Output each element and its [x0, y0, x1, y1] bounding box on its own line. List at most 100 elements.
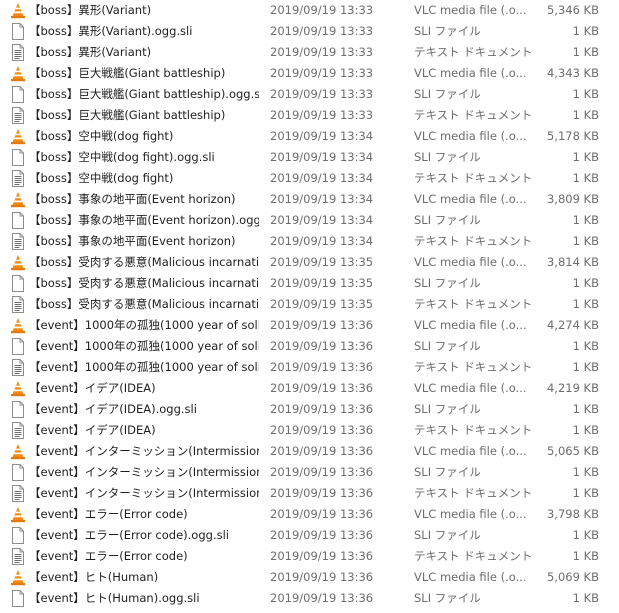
file-row[interactable]: 【event】インターミッション(Intermission) 2019/09/19…: [0, 483, 619, 504]
file-size: 1 KB: [572, 360, 599, 374]
file-row[interactable]: 【boss】事象の地平面(Event horizon).ogg.sli 2019/…: [0, 210, 619, 231]
file-date: 2019/09/19 13:36: [270, 591, 374, 605]
file-date: 2019/09/19 13:33: [270, 87, 374, 101]
file-date: 2019/09/19 13:36: [270, 360, 374, 374]
file-row[interactable]: 【event】イデア(IDEA).ogg.sli 2019/09/19 13:36…: [0, 399, 619, 420]
vlc-cone-icon: [10, 191, 26, 208]
file-date: 2019/09/19 13:33: [270, 45, 374, 59]
file-name: 【boss】空中戦(dog fight): [29, 171, 174, 185]
file-name: 【event】エラー(Error code): [29, 549, 188, 563]
file-name: 【boss】受肉する悪意(Malicious incarnatio...: [29, 276, 259, 290]
file-row[interactable]: 【event】イデア(IDEA) 2019/09/19 13:36 テキスト ドキュ…: [0, 420, 619, 441]
file-row[interactable]: 【boss】事象の地平面(Event horizon) 2019/09/19 13…: [0, 231, 619, 252]
file-type: テキスト ドキュメント: [414, 297, 533, 311]
file-date: 2019/09/19 13:35: [270, 255, 374, 269]
file-size: 1 KB: [572, 402, 599, 416]
file-size: 1 KB: [572, 213, 599, 227]
file-type: SLI ファイル: [414, 213, 481, 227]
file-type: VLC media file (.o...: [414, 255, 527, 269]
file-row[interactable]: 【boss】受肉する悪意(Malicious incarnation) 2019/…: [0, 252, 619, 273]
file-row[interactable]: 【boss】事象の地平面(Event horizon) 2019/09/19 13…: [0, 189, 619, 210]
file-size: 1 KB: [572, 339, 599, 353]
file-row[interactable]: 【event】インターミッション(Intermission) 2019/09/19…: [0, 441, 619, 462]
file-date: 2019/09/19 13:35: [270, 297, 374, 311]
file-type: VLC media file (.o...: [414, 66, 527, 80]
file-size: 1 KB: [572, 24, 599, 38]
file-name: 【event】1000年の孤独(1000 year of solitud...: [29, 339, 259, 353]
file-row[interactable]: 【boss】空中戦(dog fight) 2019/09/19 13:34 テキスト…: [0, 168, 619, 189]
file-row[interactable]: 【event】ヒト(Human).ogg.sli 2019/09/19 13:36…: [0, 588, 619, 609]
file-size: 5,069 KB: [546, 570, 599, 584]
vlc-cone-icon: [10, 2, 26, 19]
file-name: 【event】ヒト(Human): [29, 570, 159, 584]
file-type: SLI ファイル: [414, 150, 481, 164]
file-type: テキスト ドキュメント: [414, 423, 533, 437]
file-type: VLC media file (.o...: [414, 192, 527, 206]
file-type: SLI ファイル: [414, 339, 481, 353]
file-name: 【boss】事象の地平面(Event horizon).ogg.sli: [29, 213, 259, 227]
vlc-cone-icon: [10, 443, 26, 460]
file-name: 【boss】空中戦(dog fight): [29, 129, 174, 143]
file-row[interactable]: 【event】1000年の孤独(1000 year of solitud... 2…: [0, 315, 619, 336]
file-size: 1 KB: [572, 150, 599, 164]
file-icon: [10, 23, 26, 40]
file-size: 1 KB: [572, 108, 599, 122]
file-row[interactable]: 【boss】異形(Variant) 2019/09/19 13:33 テキスト ドキ…: [0, 42, 619, 63]
file-icon: [10, 527, 26, 544]
file-icon: [10, 464, 26, 481]
file-size: 4,274 KB: [546, 318, 599, 332]
file-row[interactable]: 【event】ヒト(Human) 2019/09/19 13:36 VLC medi…: [0, 567, 619, 588]
file-name: 【event】エラー(Error code): [29, 507, 188, 521]
file-list: 【boss】異形(Variant) 2019/09/19 13:33 VLC med…: [0, 0, 619, 613]
file-type: テキスト ドキュメント: [414, 360, 533, 374]
file-size: 1 KB: [572, 171, 599, 185]
file-size: 5,178 KB: [546, 129, 599, 143]
file-icon: [10, 590, 26, 607]
file-row[interactable]: 【event】エラー(Error code) 2019/09/19 13:36 VL…: [0, 504, 619, 525]
file-size: 4,343 KB: [546, 66, 599, 80]
file-row[interactable]: 【event】エラー(Error code) 2019/09/19 13:36 テキ…: [0, 546, 619, 567]
file-name: 【boss】巨大戦艦(Giant battleship): [29, 66, 226, 80]
file-name: 【boss】異形(Variant): [29, 45, 152, 59]
file-name: 【event】1000年の孤独(1000 year of solitud...: [29, 360, 259, 374]
file-icon: [10, 149, 26, 166]
file-size: 1 KB: [572, 297, 599, 311]
file-row[interactable]: 【boss】巨大戦艦(Giant battleship) 2019/09/19 1…: [0, 63, 619, 84]
file-name: 【boss】空中戦(dog fight).ogg.sli: [29, 150, 215, 164]
file-row[interactable]: 【boss】巨大戦艦(Giant battleship) 2019/09/19 1…: [0, 105, 619, 126]
file-date: 2019/09/19 13:33: [270, 24, 374, 38]
file-date: 2019/09/19 13:34: [270, 192, 374, 206]
file-size: 1 KB: [572, 45, 599, 59]
file-row[interactable]: 【event】イデア(IDEA) 2019/09/19 13:36 VLC medi…: [0, 378, 619, 399]
file-name: 【boss】受肉する悪意(Malicious incarnation): [29, 255, 259, 269]
file-row[interactable]: 【boss】異形(Variant).ogg.sli 2019/09/19 13:3…: [0, 21, 619, 42]
file-row[interactable]: 【boss】空中戦(dog fight).ogg.sli 2019/09/19 1…: [0, 147, 619, 168]
file-name: 【event】1000年の孤独(1000 year of solitud...: [29, 318, 259, 332]
vlc-cone-icon: [10, 506, 26, 523]
file-type: VLC media file (.o...: [414, 444, 527, 458]
file-row[interactable]: 【boss】受肉する悪意(Malicious incarnation) 2019/…: [0, 294, 619, 315]
text-file-icon: [10, 170, 26, 187]
file-row[interactable]: 【boss】空中戦(dog fight) 2019/09/19 13:34 VLC …: [0, 126, 619, 147]
file-name: 【event】イデア(IDEA): [29, 381, 156, 395]
file-name: 【boss】異形(Variant): [29, 3, 152, 17]
text-file-icon: [10, 296, 26, 313]
file-row[interactable]: 【event】1000年の孤独(1000 year of solitud... 2…: [0, 336, 619, 357]
file-date: 2019/09/19 13:36: [270, 381, 374, 395]
file-size: 1 KB: [572, 423, 599, 437]
file-date: 2019/09/19 13:36: [270, 339, 374, 353]
file-type: テキスト ドキュメント: [414, 234, 533, 248]
file-row[interactable]: 【event】1000年の孤独(1000 year of solitud... 2…: [0, 357, 619, 378]
file-row[interactable]: 【event】インターミッション(Intermission).ogg.... 20…: [0, 462, 619, 483]
file-date: 2019/09/19 13:33: [270, 108, 374, 122]
file-size: 1 KB: [572, 465, 599, 479]
file-row[interactable]: 【boss】巨大戦艦(Giant battleship).ogg.sli 2019…: [0, 84, 619, 105]
file-row[interactable]: 【boss】受肉する悪意(Malicious incarnatio... 2019…: [0, 273, 619, 294]
file-date: 2019/09/19 13:33: [270, 3, 374, 17]
file-date: 2019/09/19 13:36: [270, 465, 374, 479]
file-type: VLC media file (.o...: [414, 381, 527, 395]
file-row[interactable]: 【boss】異形(Variant) 2019/09/19 13:33 VLC med…: [0, 0, 619, 21]
text-file-icon: [10, 233, 26, 250]
file-row[interactable]: 【event】エラー(Error code).ogg.sli 2019/09/19…: [0, 525, 619, 546]
file-type: SLI ファイル: [414, 87, 481, 101]
